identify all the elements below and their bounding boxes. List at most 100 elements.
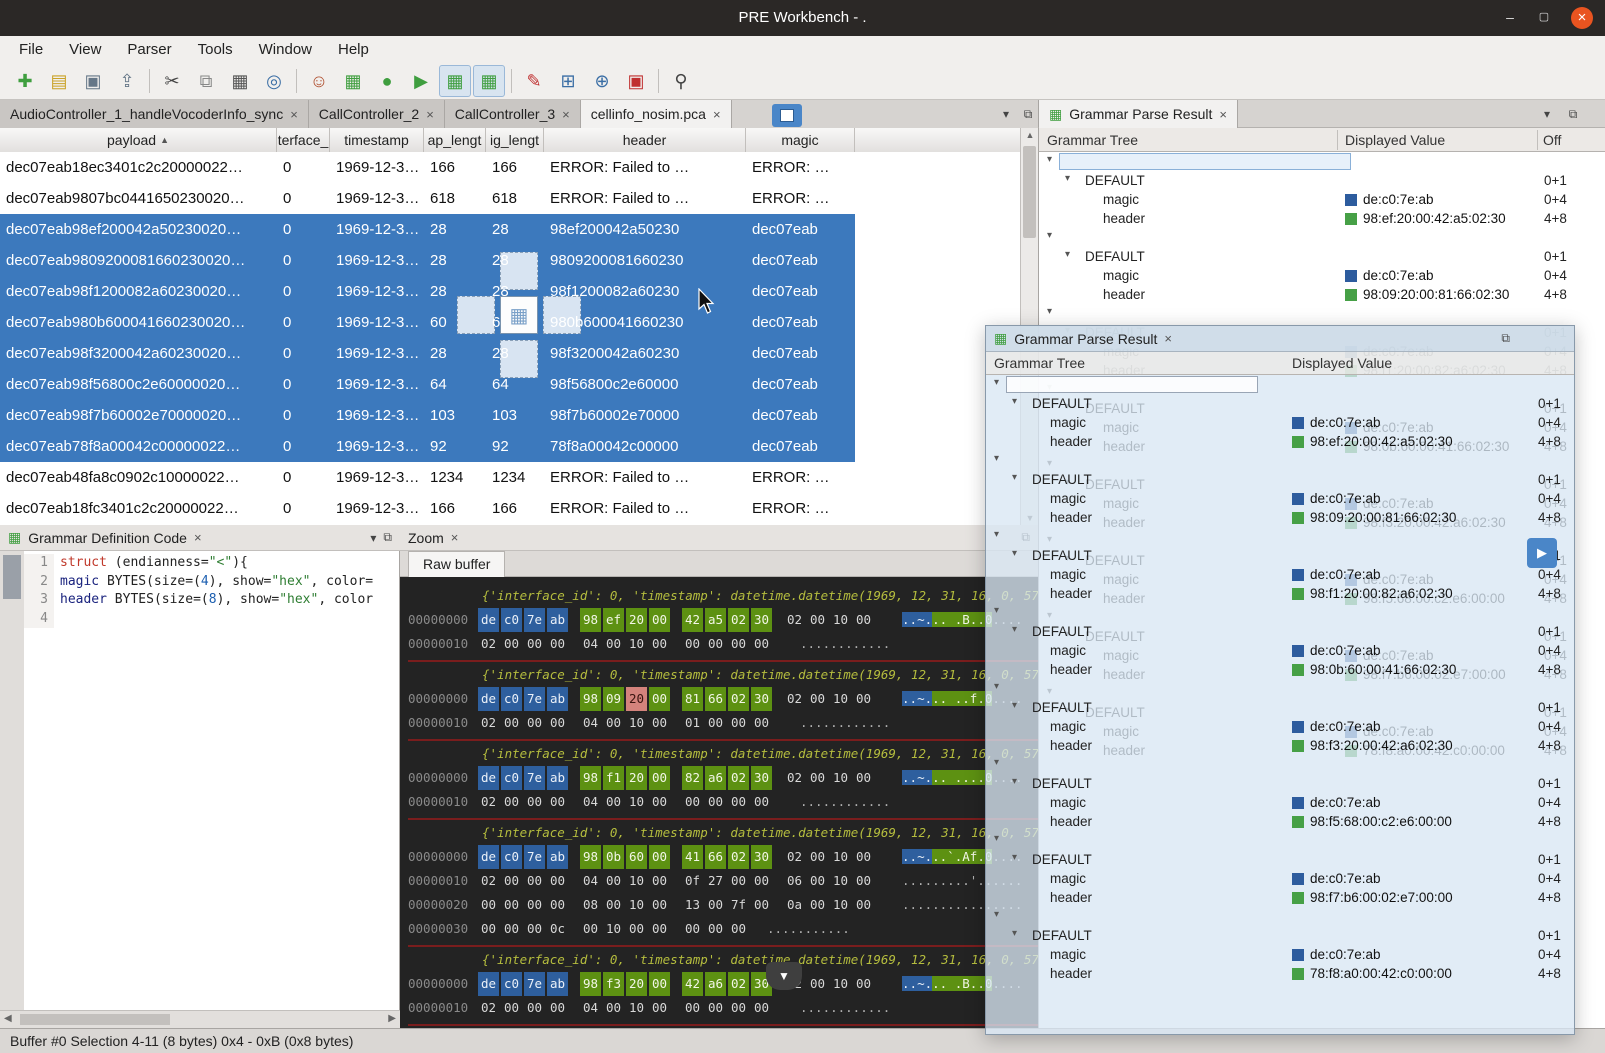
hex-byte[interactable]: 00	[705, 711, 726, 735]
menu-item-file[interactable]: File	[6, 39, 56, 60]
hex-byte[interactable]: 00	[649, 845, 670, 869]
hex-byte[interactable]: 10	[830, 608, 851, 632]
hex-byte[interactable]: 0b	[603, 845, 624, 869]
toolbar-parse-grid-button[interactable]: ▦	[439, 65, 471, 97]
hex-byte[interactable]: 60	[626, 845, 647, 869]
chevron-down-icon[interactable]: ▾	[994, 453, 999, 464]
tab-close-icon[interactable]: ×	[1219, 107, 1227, 122]
hex-byte[interactable]: 02	[728, 687, 749, 711]
hex-byte[interactable]: 00	[649, 687, 670, 711]
column-header-timestamp[interactable]: timestamp	[330, 128, 424, 152]
toolbar-external-window-button[interactable]: ⊞	[552, 65, 584, 97]
gpr-tree-node-default[interactable]: ▾DEFAULT0+1	[1039, 247, 1605, 266]
hex-byte[interactable]: 10	[626, 632, 647, 656]
toolbar-search-button[interactable]: ⚲	[665, 65, 697, 97]
gpr-tree-node-header[interactable]: header98:ef:20:00:42:a5:02:304+8	[1039, 209, 1605, 228]
float-tree-node-magic[interactable]: magicde:c0:7e:ab0+4	[986, 945, 1574, 964]
hex-byte[interactable]: 20	[626, 972, 647, 996]
hex-byte[interactable]: 00	[853, 893, 874, 917]
hex-byte[interactable]: 10	[830, 972, 851, 996]
tab-close-icon[interactable]: ×	[713, 107, 721, 122]
tab-float-icon[interactable]: ⧉	[1018, 104, 1038, 124]
tab-overflow-menu-icon[interactable]: ▾	[996, 104, 1016, 124]
hex-byte[interactable]: 00	[501, 711, 522, 735]
hex-byte[interactable]: 98	[580, 845, 601, 869]
toolbar-user-button[interactable]: ☺	[303, 65, 335, 97]
float-tree-node-header[interactable]: header98:0b:60:00:41:66:02:304+8	[986, 660, 1574, 679]
toolbar-open-folder-button[interactable]: ▤	[43, 65, 75, 97]
hex-byte[interactable]: 0f	[682, 869, 703, 893]
hex-byte[interactable]: 7e	[524, 972, 545, 996]
close-panel-icon[interactable]: ×	[194, 530, 202, 545]
gpr-tree-node-root[interactable]: ▾	[1039, 228, 1605, 247]
hex-byte[interactable]: 00	[501, 996, 522, 1020]
dock-target-top[interactable]	[500, 252, 538, 290]
table-row[interactable]: dec07eab18ec3401c2c20000022…01969-12-3…1…	[0, 152, 855, 183]
hex-byte[interactable]: 10	[626, 790, 647, 814]
close-panel-icon[interactable]: ×	[451, 530, 459, 545]
close-panel-icon[interactable]: ×	[1164, 331, 1172, 346]
float-tree-node-root[interactable]: ▾	[986, 451, 1574, 470]
hex-byte[interactable]: c0	[501, 608, 522, 632]
float-tree-node-root[interactable]: ▾	[986, 831, 1574, 850]
hex-byte[interactable]: 82	[682, 766, 703, 790]
column-offset[interactable]: Off	[1543, 128, 1561, 152]
hex-byte[interactable]: 00	[705, 996, 726, 1020]
column-header-magic[interactable]: magic	[746, 128, 855, 152]
hex-byte[interactable]: 00	[603, 711, 624, 735]
chevron-down-icon[interactable]: ▾	[1012, 700, 1017, 711]
hex-byte[interactable]: 00	[478, 917, 499, 941]
hex-byte[interactable]: c0	[501, 845, 522, 869]
float-tree-node-default[interactable]: ▾DEFAULT0+1	[986, 926, 1574, 945]
table-row[interactable]: dec07eab48fa8c0902c10000022…01969-12-3…1…	[0, 462, 855, 493]
table-row[interactable]: dec07eab98ef200042a50230020…01969-12-3…2…	[0, 214, 855, 245]
toolbar-cut-button[interactable]: ✂	[156, 65, 188, 97]
dock-target-left[interactable]	[457, 296, 495, 334]
hex-byte[interactable]: 00	[807, 687, 828, 711]
hex-byte[interactable]: 00	[649, 917, 670, 941]
hex-byte[interactable]: 00	[649, 711, 670, 735]
hex-byte[interactable]: 00	[547, 893, 568, 917]
hex-byte[interactable]: 00	[853, 608, 874, 632]
chevron-down-icon[interactable]: ▾	[994, 757, 999, 768]
code-horizontal-scrollbar[interactable]: ◀ ▶	[0, 1010, 400, 1028]
floating-panel-titlebar[interactable]: ▦ Grammar Parse Result × ⧉	[986, 326, 1574, 352]
hex-byte[interactable]: 02	[478, 632, 499, 656]
hex-byte[interactable]: ab	[547, 972, 568, 996]
hex-byte[interactable]: ab	[547, 608, 568, 632]
hex-byte[interactable]: 0a	[784, 893, 805, 917]
hex-byte[interactable]: 00	[807, 608, 828, 632]
float-tree-node-magic[interactable]: magicde:c0:7e:ab0+4	[986, 641, 1574, 660]
chevron-down-icon[interactable]: ▾	[994, 833, 999, 844]
hex-byte[interactable]: 10	[830, 687, 851, 711]
scroll-up-icon[interactable]: ▲	[1021, 130, 1039, 140]
hex-byte[interactable]: 00	[524, 632, 545, 656]
hex-byte[interactable]: 06	[784, 869, 805, 893]
hex-byte[interactable]: 02	[784, 845, 805, 869]
hex-byte[interactable]: 00	[649, 632, 670, 656]
hex-byte[interactable]: 02	[728, 845, 749, 869]
menu-item-parser[interactable]: Parser	[114, 39, 184, 60]
hex-byte[interactable]: 20	[626, 687, 647, 711]
code-vertical-scrollbar[interactable]	[0, 551, 24, 1010]
hex-byte[interactable]: 00	[501, 869, 522, 893]
column-header-terface_[interactable]: terface_	[277, 128, 330, 152]
hex-byte[interactable]: 04	[580, 996, 601, 1020]
chevron-down-icon[interactable]: ▾	[1012, 548, 1017, 559]
table-row[interactable]: dec07eab98f1200082a60230020…01969-12-3…2…	[0, 276, 855, 307]
hex-byte[interactable]: 20	[626, 766, 647, 790]
hex-byte[interactable]: 00	[853, 869, 874, 893]
float-tree-node-root[interactable]: ▾	[986, 907, 1574, 926]
tab-cellinfo_nosim.pca[interactable]: cellinfo_nosim.pca×	[581, 100, 732, 128]
chevron-down-icon[interactable]: ▾	[1012, 396, 1017, 407]
table-row[interactable]: dec07eab980b600041660230020…01969-12-3…6…	[0, 307, 855, 338]
hex-byte[interactable]: 04	[580, 790, 601, 814]
hex-byte[interactable]: 00	[603, 869, 624, 893]
hex-byte[interactable]: 02	[784, 687, 805, 711]
hex-byte[interactable]: 00	[580, 917, 601, 941]
tab-close-icon[interactable]: ×	[562, 107, 570, 122]
chevron-down-icon[interactable]: ▾	[994, 909, 999, 920]
dock-target-center[interactable]: ▦	[500, 296, 538, 334]
hex-byte[interactable]: ab	[547, 766, 568, 790]
toolbar-copy-button[interactable]: ⧉	[190, 65, 222, 97]
